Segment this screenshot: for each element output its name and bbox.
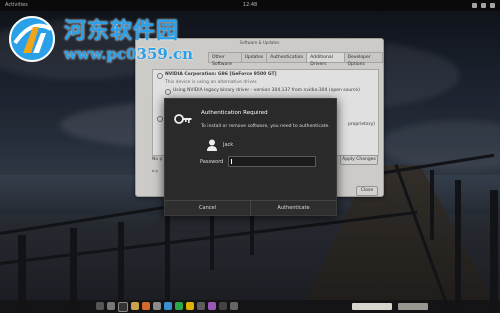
dialog-message: To install or remove software, you need … bbox=[201, 124, 330, 129]
dialog-title: Authentication Required bbox=[201, 110, 268, 116]
trash-icon[interactable] bbox=[107, 302, 115, 310]
spotify-icon[interactable] bbox=[175, 302, 183, 310]
window-thumbnail[interactable] bbox=[352, 303, 392, 310]
watermark-logo-icon bbox=[9, 16, 55, 62]
software-icon[interactable] bbox=[142, 302, 150, 310]
open-windows bbox=[352, 303, 428, 310]
user-name: Jack bbox=[223, 142, 234, 148]
taskbar-dock bbox=[0, 300, 500, 313]
window-thumbnail[interactable] bbox=[398, 303, 428, 310]
authenticate-button[interactable]: Authenticate bbox=[251, 201, 336, 215]
terminal-icon[interactable] bbox=[118, 302, 128, 312]
app-icon[interactable] bbox=[230, 302, 238, 310]
window-list-icon[interactable] bbox=[96, 302, 104, 310]
app-icon[interactable] bbox=[208, 302, 216, 310]
dock-icons bbox=[96, 302, 238, 312]
dialog-buttons: Cancel Authenticate bbox=[165, 200, 336, 215]
cancel-button[interactable]: Cancel bbox=[165, 201, 251, 215]
app-icon[interactable] bbox=[219, 302, 227, 310]
key-icon bbox=[174, 114, 192, 124]
password-input[interactable] bbox=[228, 156, 316, 167]
app-icon[interactable] bbox=[197, 302, 205, 310]
files-icon[interactable] bbox=[131, 302, 139, 310]
chat-icon[interactable] bbox=[164, 302, 172, 310]
app-icon[interactable] bbox=[186, 302, 194, 310]
watermark-title: 河东软件园 bbox=[64, 19, 180, 44]
watermark-url: www.pc0359.cn bbox=[64, 45, 194, 63]
text-caret bbox=[231, 159, 232, 164]
settings-icon[interactable] bbox=[153, 302, 161, 310]
user-avatar-icon bbox=[207, 139, 217, 151]
password-label: Password bbox=[200, 159, 224, 165]
authentication-dialog: Authentication Required To install or re… bbox=[164, 98, 337, 216]
